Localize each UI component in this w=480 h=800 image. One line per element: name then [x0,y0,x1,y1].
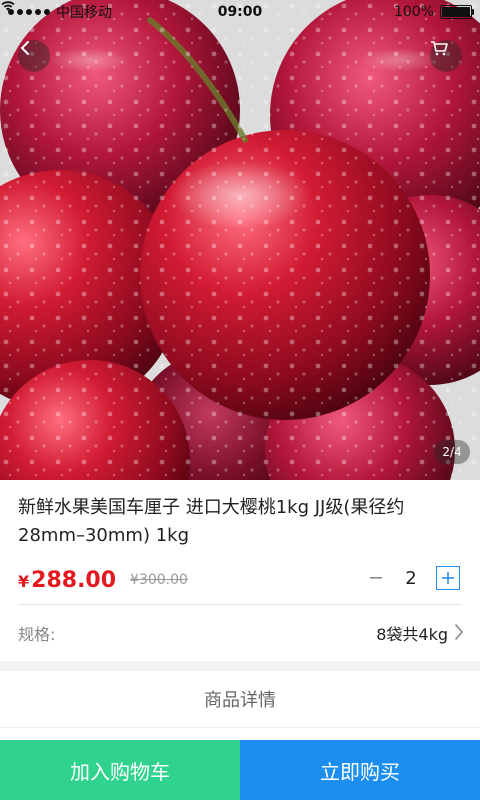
quantity-increase-button[interactable] [436,566,460,590]
status-bar: 中国移动 09:00 100% [0,0,480,24]
cherries-photo [0,0,480,480]
quantity-stepper: 2 [366,566,460,590]
buy-now-button[interactable]: 立即购买 [240,740,480,800]
spec-label: 规格: [18,625,56,644]
spec-selector[interactable]: 规格: 8袋共4kg [0,605,480,661]
carrier-label: 中国移动 [56,5,112,21]
spec-value: 8袋共4kg [376,625,448,644]
status-left: 中国移动 [0,1,118,22]
price-row: ¥288.00 ¥300.00 2 [0,556,480,604]
product-info: 新鲜水果美国车厘子 进口大樱桃1kg JJ级(果径约28mm–30mm) 1kg… [0,480,480,728]
bottom-action-bar: 加入购物车 立即购买 [0,740,480,800]
tab-product-details[interactable]: 商品详情 [0,671,480,728]
product-title: 新鲜水果美国车厘子 进口大樱桃1kg JJ级(果径约28mm–30mm) 1kg [18,497,405,546]
status-right: 100% [394,4,480,20]
currency-symbol: ¥ [18,571,30,591]
current-price: ¥288.00 [18,568,116,593]
product-image-gallery[interactable]: 中国移动 09:00 100% 2/4 [0,0,480,480]
back-button[interactable] [18,40,50,72]
add-to-cart-button[interactable]: 加入购物车 [0,740,240,800]
quantity-decrease-button[interactable] [366,566,386,590]
plus-icon [442,572,454,584]
battery-percent: 100% [393,4,434,20]
quantity-value[interactable]: 2 [404,568,418,589]
chevron-right-icon [454,623,464,645]
minus-icon [370,577,382,579]
original-price: ¥300.00 [130,572,188,588]
battery-icon [440,5,474,19]
section-gap [0,661,480,671]
price-value: 288.00 [31,567,117,593]
gallery-page-indicator: 2/4 [434,440,470,464]
cart-button[interactable] [430,40,462,72]
